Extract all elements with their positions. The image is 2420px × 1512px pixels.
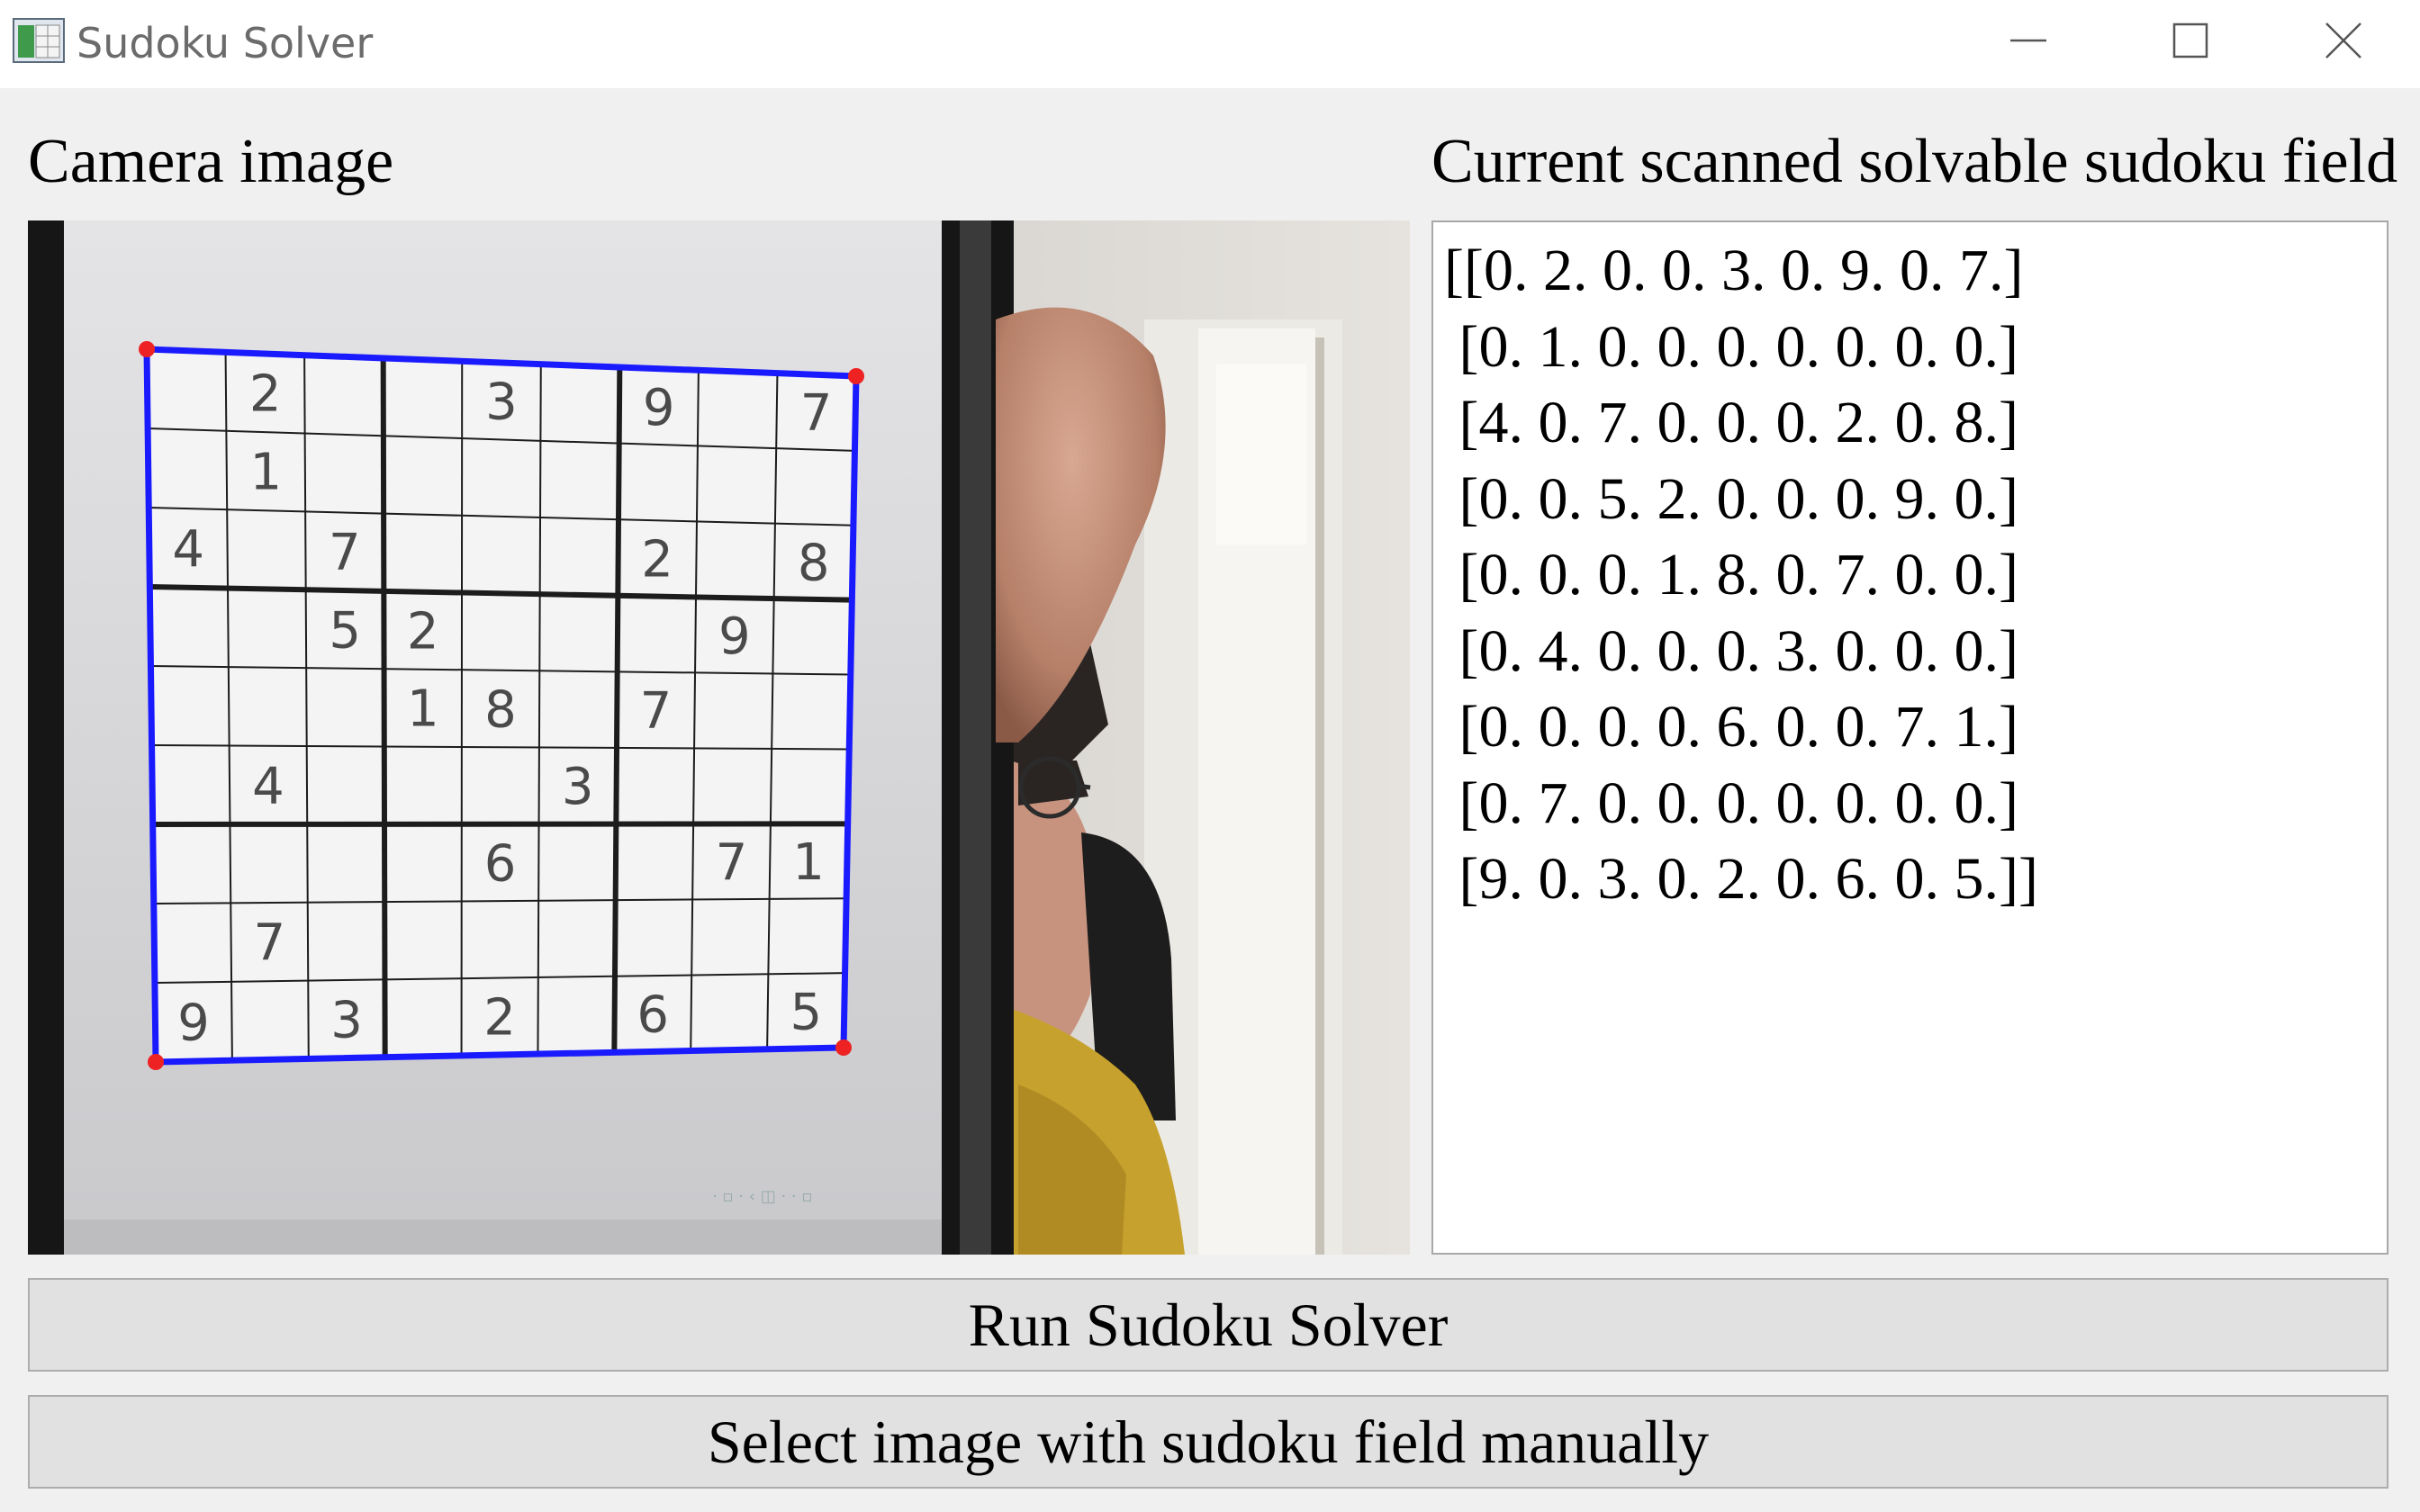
- sudoku-digit: 1: [792, 833, 825, 892]
- sudoku-digit: 7: [640, 682, 673, 741]
- sudoku-digit: 1: [250, 444, 283, 502]
- sudoku-digit: 9: [177, 994, 210, 1052]
- sudoku-digit: 9: [643, 379, 675, 437]
- matrix-row: [0. 0. 5. 2. 0. 0. 0. 9. 0.]: [1444, 465, 2018, 532]
- sudoku-digit: 6: [637, 986, 669, 1044]
- camera-feed: · ▫ · ‹ ◫ · · ▫ 2 3 9 714 7 2 85 2 91 8 74 36 7 179 3 2…: [28, 220, 1410, 1255]
- camera-image: · ▫ · ‹ ◫ · · ▫ 239714728529187436717932…: [28, 220, 1410, 1255]
- close-button[interactable]: [2267, 0, 2420, 81]
- matrix-row: [0. 4. 0. 0. 0. 3. 0. 0. 0.]: [1444, 617, 2018, 684]
- sudoku-digit: 2: [249, 365, 282, 424]
- sudoku-digit: 5: [329, 601, 361, 660]
- scanned-field-textbox[interactable]: [[0. 2. 0. 0. 3. 0. 9. 0. 7.] [0. 1. 0. …: [1431, 220, 2388, 1255]
- sudoku-digit: 1: [407, 680, 439, 739]
- sudoku-digit: 4: [252, 757, 284, 815]
- matrix-row: [9. 0. 3. 0. 2. 0. 6. 0. 5.]]: [1444, 846, 2038, 912]
- sudoku-digit: 2: [641, 530, 673, 589]
- sudoku-digit: 2: [483, 988, 516, 1047]
- matrix-row: [[0. 2. 0. 0. 3. 0. 9. 0. 7.]: [1444, 238, 2024, 303]
- sudoku-grid: 2 3 9 714 7 2 85 2 91 8 74 36 7 179 3 2 6 5: [139, 341, 864, 1070]
- window-title: Sudoku Solver: [77, 19, 374, 68]
- sudoku-digit: 3: [485, 374, 518, 432]
- sudoku-digit: 8: [798, 534, 830, 592]
- minimize-icon: [2010, 39, 2046, 42]
- sudoku-digit: 9: [718, 608, 751, 666]
- matrix-row: [0. 0. 0. 1. 8. 0. 7. 0. 0.]: [1444, 542, 2018, 608]
- matrix-row: [0. 7. 0. 0. 0. 0. 0. 0. 0.]: [1444, 770, 2018, 836]
- sudoku-digit: 4: [172, 520, 204, 579]
- sudoku-digit: 3: [330, 991, 363, 1049]
- corner-marker: [848, 368, 864, 384]
- sudoku-matrix-text: [[0. 2. 0. 0. 3. 0. 9. 0. 7.] [0. 1. 0. …: [1444, 233, 2038, 918]
- sudoku-digit: 8: [484, 681, 517, 740]
- sudoku-app-icon: [13, 18, 65, 63]
- matrix-row: [0. 1. 0. 0. 0. 0. 0. 0. 0.]: [1444, 313, 2018, 380]
- sudoku-digit: 5: [790, 983, 822, 1041]
- sudoku-digit: 3: [562, 758, 594, 816]
- sudoku-digit: 6: [484, 834, 517, 893]
- sudoku-digit: 2: [407, 603, 439, 662]
- svg-text:· ▫ · ‹ ◫ · · ▫: · ▫ · ‹ ◫ · · ▫: [712, 1187, 813, 1206]
- minimize-button[interactable]: [1952, 0, 2105, 81]
- camera-image-label: Camera image: [28, 127, 394, 196]
- sudoku-digit: 7: [716, 833, 748, 892]
- matrix-row: [4. 0. 7. 0. 0. 0. 2. 0. 8.]: [1444, 390, 2018, 455]
- grid-line: [460, 361, 464, 1056]
- maximize-button[interactable]: [2114, 0, 2267, 81]
- matrix-row: [0. 0. 0. 0. 6. 0. 0. 7. 1.]: [1444, 694, 2018, 760]
- maximize-icon: [2172, 22, 2208, 58]
- run-sudoku-solver-button[interactable]: Run Sudoku Solver: [28, 1278, 2388, 1372]
- corner-marker: [835, 1040, 852, 1056]
- scanned-field-label: Current scanned solvable sudoku field: [1431, 127, 2398, 196]
- sudoku-digit: 7: [254, 914, 286, 973]
- corner-marker: [148, 1054, 164, 1070]
- corner-marker: [139, 341, 155, 357]
- title-bar: Sudoku Solver: [0, 0, 2420, 88]
- close-icon: [2325, 22, 2361, 58]
- sudoku-digit: 7: [800, 384, 833, 443]
- grid-line: [380, 357, 388, 1058]
- sudoku-digit: 7: [329, 524, 361, 582]
- select-image-manually-button[interactable]: Select image with sudoku field manually: [28, 1395, 2388, 1489]
